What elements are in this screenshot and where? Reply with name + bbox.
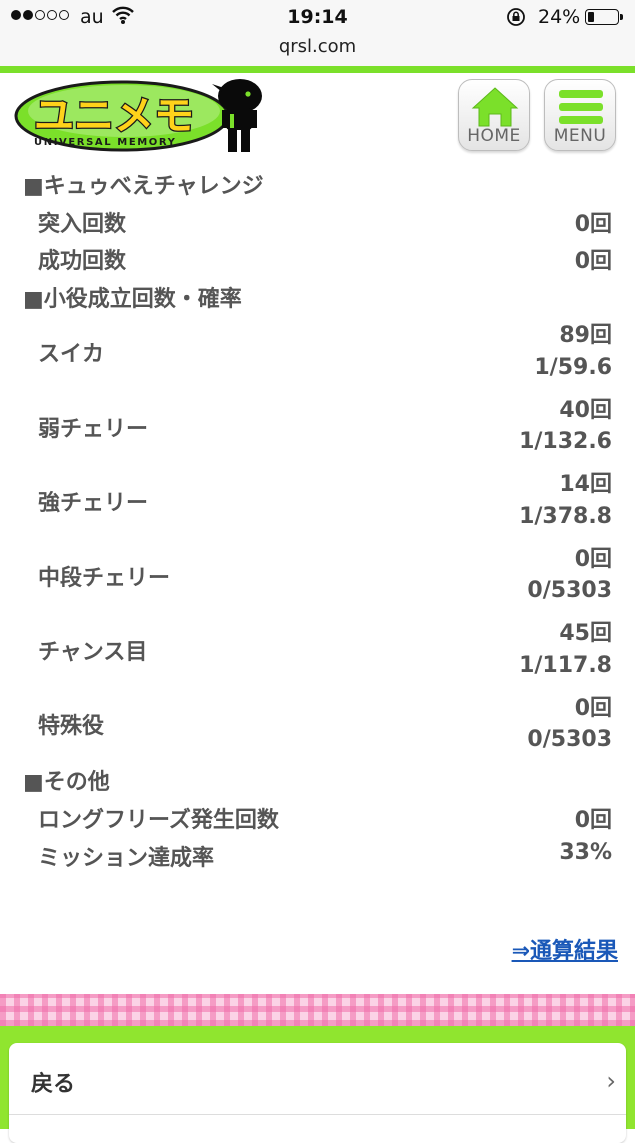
home-button-label: HOME [467,126,521,146]
total-results-link[interactable]: ⇒通算結果 [512,933,618,965]
row-count-chance-me: 45回 [559,621,612,646]
menu-button-label: MENU [553,126,607,146]
row-count-weak-cherry: 40回 [559,398,612,423]
row-prob-chance-me: 1/117.8 [519,653,612,678]
row-value-long-freeze: 0回 [574,808,612,833]
row-label-entries: 突入回数 [38,212,127,237]
row-prob-middle-cherry: 0/5303 [527,578,612,603]
status-bar: au 19:14 24% qrsl.com [0,0,635,67]
section-title-kyubey-challenge: ■キュゥべえチャレンジ [23,174,264,199]
row-value-entries: 0回 [574,212,612,237]
row-prob-special-role: 0/5303 [527,727,612,752]
row-value-mission-rate: 33% [559,840,612,865]
back-button-label: 戻る [31,1072,76,1097]
svg-text:UNIVERSAL MEMORY: UNIVERSAL MEMORY [34,137,177,148]
battery-percentage: 24% [538,6,581,28]
row-label-weak-cherry: 弱チェリー [38,417,149,442]
home-icon [471,87,519,127]
menu-button[interactable]: MENU [544,79,616,151]
row-count-special-role: 0回 [574,696,612,721]
row-count-middle-cherry: 0回 [574,547,612,572]
row-label-strong-cherry: 強チェリー [38,491,149,516]
row-prob-strong-cherry: 1/378.8 [519,504,612,529]
plaid-divider [0,994,635,1026]
rotation-lock-icon [507,8,525,26]
row-label-middle-cherry: 中段チェリー [38,566,171,591]
row-prob-weak-cherry: 1/132.6 [519,429,612,454]
row-label-long-freeze: ロングフリーズ発生回数 [38,808,279,833]
row-label-chance-me: チャンス目 [38,640,148,665]
list-divider [9,1114,626,1115]
chevron-right-icon: › [606,1067,616,1095]
row-count-strong-cherry: 14回 [559,472,612,497]
battery-icon [585,9,623,25]
row-count-suika: 89回 [559,323,612,348]
section-title-other: ■その他 [23,770,110,795]
row-value-successes: 0回 [574,249,612,274]
hamburger-icon [559,90,603,124]
row-label-mission-rate: ミッション達成率 [38,846,215,871]
site-logo[interactable]: ユニメモ UNIVERSAL MEMORY [12,74,282,156]
row-label-successes: 成功回数 [38,249,127,274]
row-label-special-role: 特殊役 [38,714,105,739]
row-label-suika: スイカ [38,342,105,367]
section-title-koyaku: ■小役成立回数・確率 [23,287,242,312]
row-prob-suika: 1/59.6 [534,355,612,380]
svg-text:ユニメモ: ユニメモ [34,93,194,139]
back-button[interactable]: 戻る › [9,1043,626,1143]
home-button[interactable]: HOME [458,79,530,151]
address-bar-url[interactable]: qrsl.com [0,36,635,57]
header-accent-bar [0,66,635,73]
